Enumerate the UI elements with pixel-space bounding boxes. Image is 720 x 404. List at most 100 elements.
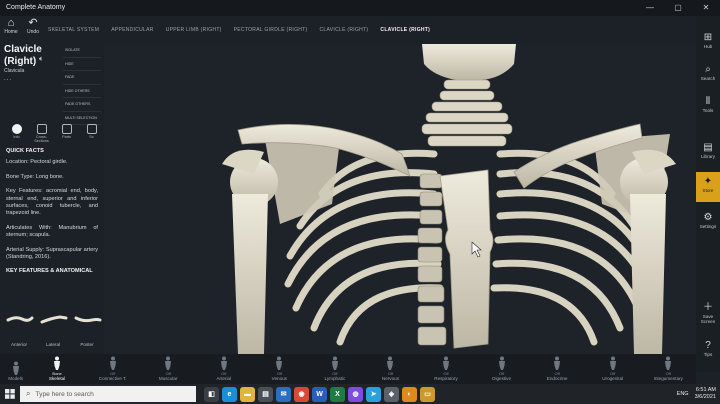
speaker-icon[interactable]: 🔈︎: [39, 54, 44, 64]
word-icon[interactable]: W: [312, 386, 327, 402]
system-label: Models: [8, 376, 24, 381]
settings-button[interactable]: ⚙ Settings: [696, 212, 720, 229]
breadcrumb-item[interactable]: CLAVICLE (RIGHT): [320, 27, 369, 33]
close-button[interactable]: ✕: [692, 0, 720, 16]
settings-icon: ⚙: [703, 212, 713, 223]
humerus-left[interactable]: [222, 149, 278, 354]
skeleton-model[interactable]: [104, 44, 696, 354]
complete-anatomy-icon[interactable]: ◈: [384, 386, 399, 402]
left-nav: ⌂ Home ↶ Undo: [0, 16, 44, 40]
tab-parts[interactable]: Parts: [56, 124, 77, 144]
view-label-anterior: Anterior: [10, 342, 28, 347]
body-figure-icon: [109, 356, 116, 370]
quick-facts: QUICK FACTS Location: Pectoral girdle. B…: [6, 148, 98, 280]
system-respiratory[interactable]: Off Respiratory: [418, 356, 474, 384]
system-label: Urogenital: [602, 376, 624, 381]
library-button[interactable]: ▤ Library: [696, 142, 720, 159]
language-indicator[interactable]: ENG: [677, 391, 689, 397]
home-icon: ⌂: [7, 17, 15, 29]
save-screen-icon: ＋: [703, 302, 713, 313]
system-label: Respiratory: [434, 376, 458, 381]
tools-button[interactable]: ⫴ Tools: [696, 96, 720, 113]
sternum[interactable]: [439, 169, 494, 349]
hub-button[interactable]: ⊞ Hub: [696, 32, 720, 49]
tips-icon: ?: [705, 340, 711, 351]
system-nervous[interactable]: Off Nervous: [363, 356, 419, 384]
store-app-icon[interactable]: ▤: [258, 386, 273, 402]
thumb-anterior[interactable]: [6, 310, 34, 330]
skull[interactable]: [422, 44, 516, 80]
windows-icon: [5, 389, 15, 399]
mail-icon[interactable]: ✉: [276, 386, 291, 402]
search-button[interactable]: ⌕ Search: [696, 64, 720, 81]
system-urogenital[interactable]: Off Urogenital: [585, 356, 641, 384]
system-models[interactable]: Models: [2, 361, 29, 384]
3d-viewport[interactable]: [104, 44, 696, 354]
system-label: Muscular: [158, 376, 178, 381]
undo-button[interactable]: ↶ Undo: [22, 16, 44, 40]
app-folder-icon[interactable]: ▭: [420, 386, 435, 402]
thumb-posterior[interactable]: [74, 310, 102, 330]
cervical-spine[interactable]: [421, 79, 513, 147]
thumb-lateral[interactable]: [40, 310, 68, 330]
more-options-button[interactable]: ...: [4, 76, 12, 82]
isolate-button[interactable]: ISOLATE: [63, 44, 101, 58]
search-icon: ⌕: [26, 389, 31, 398]
chrome-icon[interactable]: ◉: [294, 386, 309, 402]
system-arterial[interactable]: Off Arterial: [196, 356, 252, 384]
excel-icon[interactable]: X: [330, 386, 345, 402]
tab-sc[interactable]: Sc: [81, 124, 102, 144]
system-skeletal[interactable]: Bone Skeletal: [29, 356, 85, 384]
breadcrumb-item[interactable]: APPENDICULAR: [111, 27, 154, 33]
tab-cross-sections[interactable]: Cross-Sections: [31, 124, 52, 144]
tips-button[interactable]: ? Tips: [696, 340, 720, 357]
library-icon: ▤: [703, 142, 713, 153]
home-label: Home: [4, 29, 18, 35]
task-view-icon[interactable]: ◧: [204, 386, 219, 402]
system-endocrine[interactable]: Off Endocrine: [529, 356, 585, 384]
tab-info[interactable]: Info: [6, 124, 27, 144]
system-connective-t[interactable]: Off Connective T.: [85, 356, 141, 384]
maximize-button[interactable]: ▢: [664, 0, 692, 16]
window-controls: — ▢ ✕: [636, 0, 720, 16]
minimize-button[interactable]: —: [636, 0, 664, 16]
tips-label: Tips: [703, 352, 713, 357]
windows-taskbar: ⌕ Type here to search ◧ e ▬ ▤ ✉ ◉ W X ◍ ➤ ◈ ◐ ▭ ENG …: [0, 384, 720, 404]
store-button[interactable]: ✦ Store: [696, 172, 720, 202]
system-tray: ENG 6:51 AM 3/6/2021: [677, 384, 716, 404]
system-digestive[interactable]: Off Digestive: [474, 356, 530, 384]
hide-button[interactable]: HIDE: [63, 58, 101, 71]
multi-selection-button[interactable]: MULTI SELECTION: [63, 112, 101, 125]
system-lymphatic[interactable]: Off Lymphatic: [307, 356, 363, 384]
breadcrumb-item[interactable]: SKELETAL SYSTEM: [48, 27, 99, 33]
home-button[interactable]: ⌂ Home: [0, 16, 22, 40]
breadcrumb-item[interactable]: PECTORAL GIRDLE (RIGHT): [234, 27, 308, 33]
structure-name: Clavicle (Right): [4, 44, 42, 68]
system-venous[interactable]: Off Venous: [252, 356, 308, 384]
save-screen-button[interactable]: ＋ Save Screen: [696, 302, 720, 324]
messenger-icon[interactable]: ◍: [348, 386, 363, 402]
file-explorer-icon[interactable]: ▬: [240, 386, 255, 402]
hide-others-button[interactable]: HIDE OTHERS: [63, 85, 101, 98]
body-figure-icon: [54, 356, 61, 370]
system-muscular[interactable]: Off Muscular: [140, 356, 196, 384]
search-icon: ⌕: [705, 64, 711, 75]
body-figure-icon: [443, 356, 450, 370]
taskbar-search-input[interactable]: ⌕ Type here to search: [20, 386, 196, 402]
breadcrumb-item[interactable]: UPPER LIMB (RIGHT): [166, 27, 222, 33]
parts-icon: [61, 124, 72, 134]
hub-label: Hub: [703, 44, 713, 49]
breadcrumb-item-current[interactable]: CLAVICLE (RIGHT): [380, 27, 430, 33]
telegram-icon[interactable]: ➤: [366, 386, 381, 402]
clock[interactable]: 6:51 AM 3/6/2021: [695, 387, 716, 401]
fade-button[interactable]: FADE: [63, 71, 101, 85]
system-selector: Models Bone Skeletal Off Connective T. Off Mus…: [0, 354, 696, 384]
app-orange-icon[interactable]: ◐: [402, 386, 417, 402]
edge-icon[interactable]: e: [222, 386, 237, 402]
start-button[interactable]: [0, 384, 20, 404]
system-integumentary[interactable]: Off Integumentary: [640, 356, 696, 384]
thoracic-spine[interactable]: [417, 173, 447, 346]
fade-others-button[interactable]: FADE OTHERS: [63, 98, 101, 112]
cube-icon: [36, 124, 47, 134]
structure-name-line1: Clavicle: [4, 44, 42, 55]
